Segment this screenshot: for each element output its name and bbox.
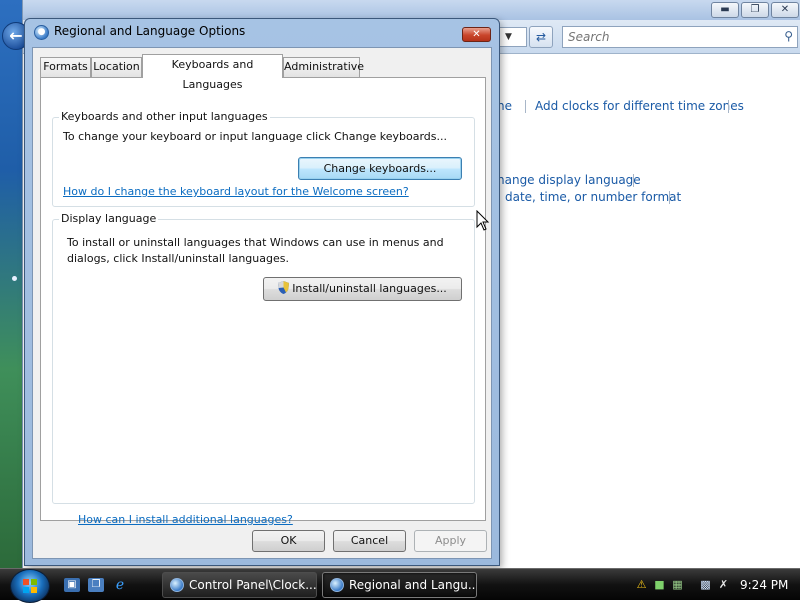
security-alert-icon[interactable]: ⚠ (634, 577, 649, 592)
internet-explorer-icon[interactable]: ℯ (112, 578, 128, 592)
windows-defender-icon[interactable]: ▦ (670, 577, 685, 592)
install-uninstall-languages-button[interactable]: Install/uninstall languages... (263, 277, 462, 301)
chevron-down-icon: ▼ (505, 32, 512, 42)
tab-panel: Keyboards and other input languages To c… (40, 77, 486, 521)
install-uninstall-languages-label: Install/uninstall languages... (292, 282, 447, 295)
install-additional-languages-link[interactable]: How can I install additional languages? (78, 513, 293, 526)
tab-administrative[interactable]: Administrative (283, 57, 364, 77)
taskbar: ▣ ❐ ℯ Control Panel\Clock... Regional an… (0, 568, 800, 603)
control-panel-icon (170, 578, 184, 592)
change-keyboards-button[interactable]: Change keyboards... (298, 157, 462, 180)
change-display-language-link[interactable]: hange display language (497, 173, 641, 187)
display-language-group-label: Display language (59, 212, 159, 225)
tab-keyboards-languages[interactable]: Keyboards and Languages (142, 54, 283, 91)
dialog-body: Formats Location Keyboards and Languages… (32, 47, 492, 559)
search-icon[interactable]: ⚲ (784, 29, 793, 43)
add-clocks-link[interactable]: Add clocks for different time zones (535, 99, 744, 113)
mouse-cursor-icon (476, 210, 490, 231)
keyboards-description: To change your keyboard or input languag… (63, 130, 447, 143)
taskbar-item-regional-language[interactable]: Regional and Langu... (322, 572, 477, 598)
switch-windows-icon[interactable]: ❐ (88, 578, 104, 592)
taskbar-item-label: Regional and Langu... (349, 578, 477, 592)
search-input[interactable] (566, 29, 766, 45)
minimize-button[interactable]: ▬ (711, 2, 739, 18)
windows-logo-icon (23, 579, 37, 593)
display-language-groupbox: Display language To install or uninstall… (52, 212, 475, 504)
globe-icon: ● (34, 25, 49, 40)
refresh-icon: ⇄ (535, 30, 547, 44)
welcome-screen-keyboard-help-link[interactable]: How do I change the keyboard layout for … (63, 185, 409, 198)
volume-muted-icon[interactable]: ✗ (716, 577, 731, 592)
tab-formats[interactable]: Formats (40, 57, 91, 77)
taskbar-item-control-panel[interactable]: Control Panel\Clock... (162, 572, 317, 598)
network-icon[interactable]: ■ (652, 577, 667, 592)
search-box: ⚲ (562, 26, 798, 48)
dialog-title: Regional and Language Options (54, 24, 246, 38)
dialog-titlebar[interactable]: ● Regional and Language Options ✕ (25, 19, 499, 45)
link-separator (633, 174, 634, 187)
uac-shield-icon (278, 281, 290, 294)
show-desktop-icon[interactable]: ▣ (64, 578, 80, 592)
maximize-button[interactable]: ❐ (741, 2, 769, 18)
desktop-sidebar-dot (12, 276, 17, 281)
ok-button[interactable]: OK (252, 530, 325, 552)
link-separator (728, 100, 729, 113)
close-button[interactable]: ✕ (771, 2, 799, 18)
display-language-description-line1: To install or uninstall languages that W… (67, 236, 444, 249)
network-status-icon[interactable]: ▩ (698, 577, 713, 592)
dialog-close-button[interactable]: ✕ (462, 27, 491, 42)
start-button[interactable] (10, 569, 50, 603)
refresh-button[interactable]: ⇄ (529, 26, 553, 48)
display-language-description-line2: dialogs, click Install/uninstall languag… (67, 252, 289, 265)
back-arrow-icon: ← (9, 26, 23, 45)
change-format-link[interactable]: date, time, or number format (505, 190, 681, 204)
apply-button[interactable]: Apply (414, 530, 487, 552)
link-separator (525, 100, 526, 113)
taskbar-item-label: Control Panel\Clock... (189, 578, 317, 592)
close-icon: ✕ (472, 29, 481, 40)
cancel-button[interactable]: Cancel (333, 530, 406, 552)
tab-location[interactable]: Location (91, 57, 142, 77)
keyboards-group-label: Keyboards and other input languages (59, 110, 270, 123)
control-panel-titlebar: ▬ ❐ ✕ (23, 0, 800, 20)
globe-icon (330, 578, 344, 592)
taskbar-clock[interactable]: 9:24 PM (740, 578, 788, 592)
link-separator (669, 191, 670, 204)
regional-language-dialog: ● Regional and Language Options ✕ Format… (24, 18, 500, 566)
keyboards-groupbox: Keyboards and other input languages To c… (52, 110, 475, 207)
